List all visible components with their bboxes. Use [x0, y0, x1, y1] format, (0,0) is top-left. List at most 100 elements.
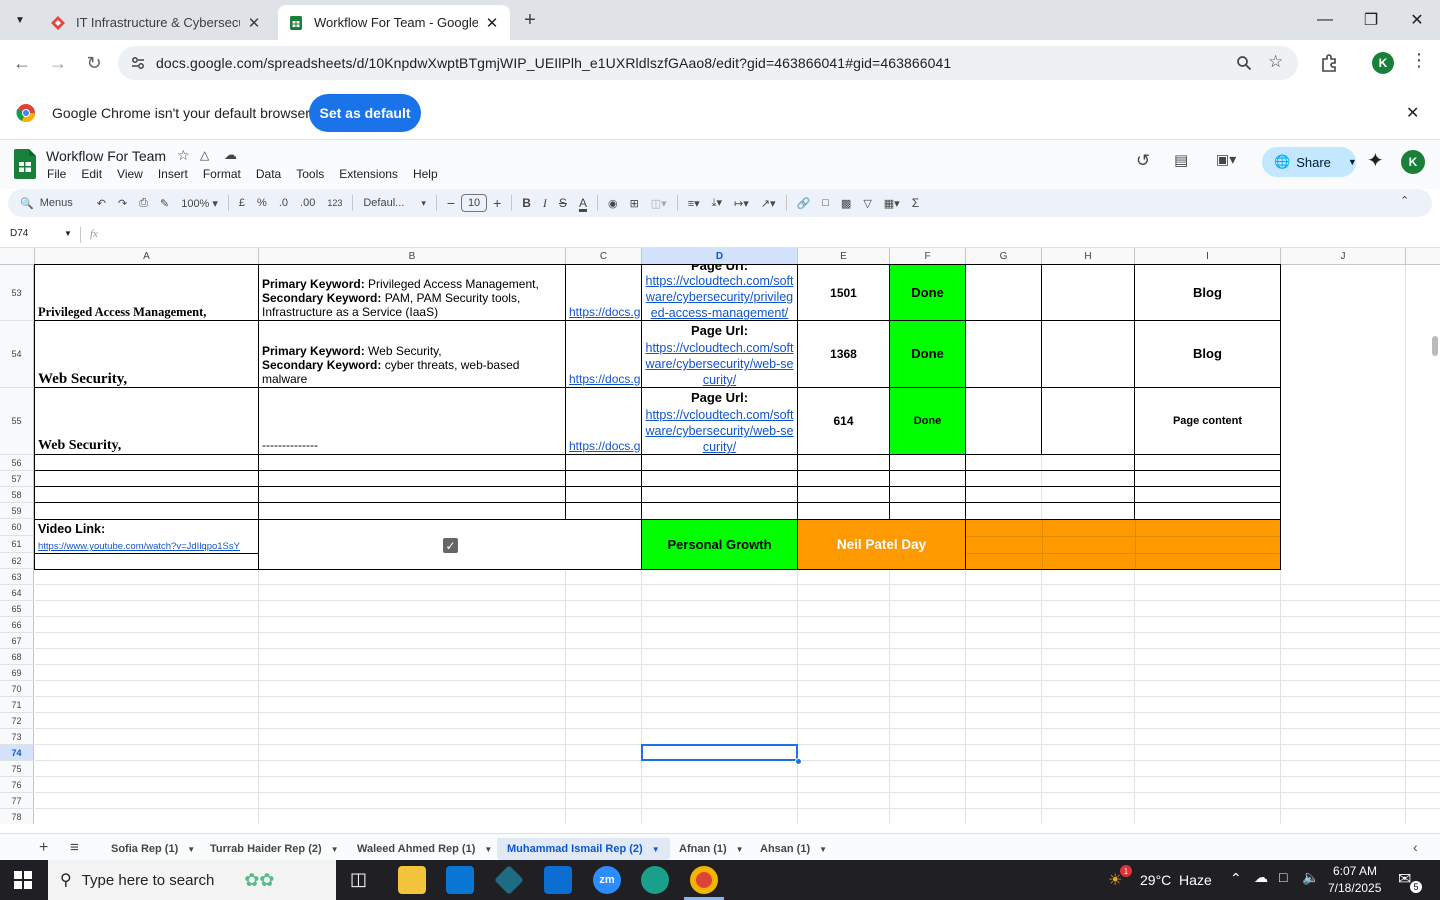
spreadsheet-grid[interactable]: A B C D E F G H I J 53 54 55 56 57 58 59… [0, 248, 1440, 824]
restore-button[interactable]: ❐ [1348, 0, 1394, 40]
taskbar-search[interactable]: ⚲ Type here to search ✿✿ [48, 860, 336, 900]
row-header-78[interactable]: 78 [0, 809, 34, 824]
close-icon[interactable]: ✕ [1406, 103, 1419, 123]
doc-link[interactable]: https://docs.g [569, 372, 640, 386]
tab-search-button[interactable]: ▼ [8, 8, 32, 32]
name-box[interactable]: D74 [10, 228, 28, 239]
collapse-toolbar-icon[interactable]: ⌃ [1400, 194, 1409, 207]
menu-insert[interactable]: Insert [158, 167, 188, 181]
column-header-j[interactable]: J [1281, 248, 1406, 265]
close-window-button[interactable]: ✕ [1394, 0, 1440, 40]
browser-tab-workflow[interactable]: Workflow For Team - Google Sh ✕ [278, 5, 510, 40]
row-header-68[interactable]: 68 [0, 649, 34, 665]
row-header-69[interactable]: 69 [0, 665, 34, 681]
bold-button[interactable]: B [522, 196, 531, 210]
star-icon[interactable]: ☆ [177, 147, 190, 164]
row-header-76[interactable]: 76 [0, 777, 34, 793]
row-header-53[interactable]: 53 [0, 265, 34, 321]
column-header-i[interactable]: I [1135, 248, 1281, 265]
row-header-57[interactable]: 57 [0, 471, 34, 487]
print-icon[interactable]: ⎙ [139, 197, 148, 210]
menu-extensions[interactable]: Extensions [339, 167, 398, 181]
address-bar[interactable]: docs.google.com/spreadsheets/d/10KnpdwXw… [118, 46, 1298, 80]
sheets-logo-icon[interactable] [14, 149, 36, 179]
zoom-icon[interactable] [1236, 55, 1252, 71]
decrease-font-icon[interactable]: − [447, 195, 455, 211]
reload-button[interactable]: ↻ [79, 48, 109, 78]
sheet-tab-afnan[interactable]: Afnan (1) ▼ [669, 838, 754, 860]
row-header-63[interactable]: 63 [0, 569, 34, 585]
mail-icon[interactable] [544, 866, 572, 894]
page-url-link[interactable]: https://vcloudtech.com/software/cybersec… [646, 274, 794, 320]
row-header-74[interactable]: 74 [0, 745, 34, 761]
table-cell[interactable]: 1501 [797, 264, 890, 321]
menu-edit[interactable]: Edit [81, 167, 102, 181]
sheet-tab-waleed[interactable]: Waleed Ahmed Rep (1) ▼ [347, 838, 502, 860]
column-header-a[interactable]: A [35, 248, 259, 265]
chevron-down-icon[interactable]: ▼ [819, 845, 827, 854]
share-button[interactable]: 🌐 Share ▼ [1262, 147, 1357, 177]
table-cell[interactable]: -------------- [258, 387, 566, 455]
doc-link[interactable]: https://docs.g [569, 305, 640, 319]
chevron-up-icon[interactable]: ⌃ [1230, 870, 1242, 887]
status-cell[interactable]: Done [889, 320, 966, 388]
chrome-taskbar-icon[interactable] [690, 866, 718, 894]
meet-icon[interactable]: ▣▾ [1216, 151, 1236, 168]
app-icon[interactable] [494, 865, 524, 895]
file-explorer-icon[interactable] [398, 866, 426, 894]
row-header-61[interactable]: 61 [0, 536, 34, 553]
clock-date[interactable]: 7/18/2025 [1328, 881, 1381, 895]
table-cell[interactable]: Web Security, [34, 320, 259, 388]
back-button[interactable]: ← [7, 48, 37, 78]
menu-data[interactable]: Data [256, 167, 281, 181]
row-header-75[interactable]: 75 [0, 761, 34, 777]
insert-link-icon[interactable]: 🔗 [797, 197, 811, 210]
new-tab-button[interactable]: + [518, 8, 542, 32]
close-icon[interactable]: ✕ [246, 14, 262, 32]
vertical-scrollbar-thumb[interactable] [1432, 336, 1438, 356]
table-cell[interactable] [965, 387, 1042, 455]
orange-cell[interactable] [965, 519, 1281, 570]
set-as-default-button[interactable]: Set as default [309, 94, 421, 132]
row-header-64[interactable]: 64 [0, 585, 34, 601]
version-history-icon[interactable]: ↺ [1136, 151, 1150, 171]
undo-icon[interactable]: ↶ [97, 197, 106, 210]
row-header-66[interactable]: 66 [0, 617, 34, 633]
store-icon[interactable] [446, 866, 474, 894]
personal-growth-cell[interactable]: Personal Growth [641, 519, 798, 570]
column-header-g[interactable]: G [966, 248, 1042, 265]
font-select[interactable]: Defaul... [363, 197, 415, 209]
percent-button[interactable]: % [257, 197, 267, 209]
fill-color-icon[interactable]: ◉ [608, 197, 618, 210]
volume-icon[interactable]: 🔈 [1302, 869, 1319, 886]
column-header-h[interactable]: H [1042, 248, 1135, 265]
cloud-status-icon[interactable]: ☁ [224, 147, 237, 163]
corner-cell[interactable] [0, 248, 35, 265]
table-cell[interactable] [965, 264, 1042, 321]
add-sheet-icon[interactable]: + [39, 839, 48, 857]
all-sheets-icon[interactable]: ≡ [70, 839, 79, 856]
chevron-down-icon[interactable]: ▼ [331, 845, 339, 854]
table-cell[interactable]: https://docs.g [565, 387, 642, 455]
gemini-icon[interactable]: ✦ [1367, 148, 1384, 173]
table-cell[interactable]: 1368 [797, 320, 890, 388]
text-color-button[interactable]: A [579, 196, 587, 210]
checkbox-checked[interactable]: ✓ [443, 538, 458, 553]
video-cell[interactable]: Video Link: https://www.youtube.com/watc… [34, 519, 259, 570]
number-format-button[interactable]: 123 [327, 198, 342, 208]
table-cell[interactable]: Primary Keyword: Privileged Access Manag… [258, 264, 566, 321]
insert-chart-icon[interactable]: ▩ [841, 197, 851, 210]
row-header-77[interactable]: 77 [0, 793, 34, 809]
menus-search[interactable]: Menus [40, 197, 73, 209]
font-dropdown-icon[interactable]: ▾ [421, 198, 426, 209]
zoom-app-icon[interactable]: zm [593, 866, 621, 894]
selected-cell-d74[interactable] [641, 744, 798, 761]
sheet-tab-ahsan[interactable]: Ahsan (1) ▼ [750, 838, 837, 860]
table-cell[interactable]: Privileged Access Management, [34, 264, 259, 321]
borders-icon[interactable]: ⊞ [630, 197, 639, 210]
row-header-65[interactable]: 65 [0, 601, 34, 617]
row-header-59[interactable]: 59 [0, 503, 34, 519]
onedrive-icon[interactable]: ☁ [1254, 869, 1268, 886]
share-dropdown-icon[interactable]: ▼ [1348, 157, 1357, 167]
menu-tools[interactable]: Tools [296, 167, 324, 181]
